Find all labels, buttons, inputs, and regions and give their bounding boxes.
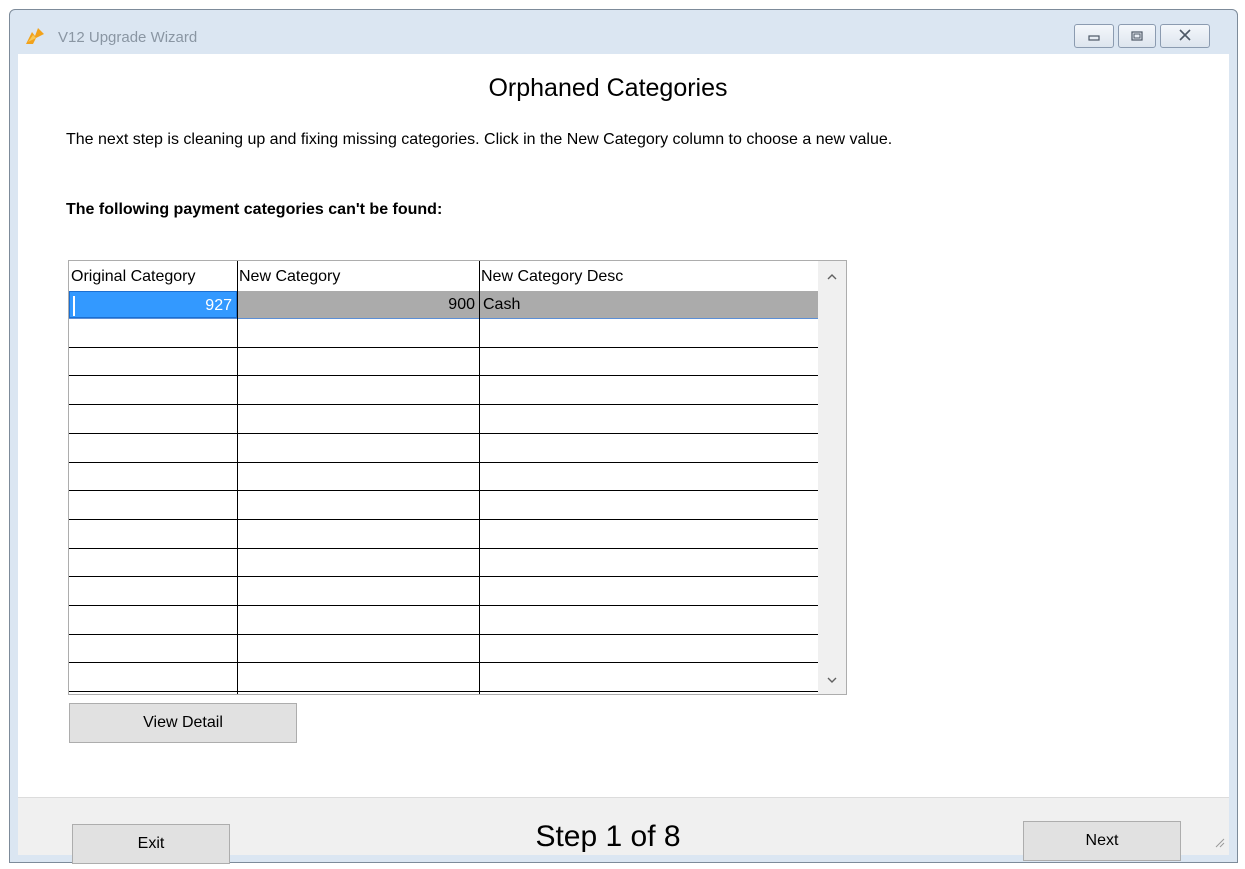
cell-original-category[interactable] [69,607,237,634]
minimize-button[interactable] [1074,24,1114,48]
table-row[interactable] [69,578,818,606]
instructions-text: The next step is cleaning up and fixing … [66,131,893,148]
cell-original-category[interactable] [69,521,237,548]
cell-original-category[interactable]: 927 [69,291,237,318]
cell-new-category[interactable] [237,607,479,634]
text-caret [73,296,75,316]
table-row[interactable] [69,435,818,463]
scroll-up-icon[interactable] [818,269,846,283]
table-row[interactable]: 927 900 Cash [69,291,818,319]
cell-new-category-desc[interactable] [479,348,818,375]
table-row[interactable] [69,320,818,348]
close-icon [1178,29,1192,43]
cell-original-category[interactable] [69,406,237,433]
cell-new-category[interactable]: 900 [237,291,479,318]
minimize-icon [1088,29,1100,43]
cell-new-category-desc[interactable] [479,635,818,662]
vertical-scrollbar[interactable] [818,261,846,694]
column-divider [479,261,480,694]
cell-new-category[interactable] [237,348,479,375]
cell-new-category[interactable] [237,492,479,519]
cell-new-category[interactable] [237,406,479,433]
cell-original-category[interactable] [69,377,237,404]
cell-original-category[interactable] [69,320,237,347]
cell-new-category[interactable] [237,463,479,490]
resize-grip-icon[interactable] [1213,836,1225,851]
cell-new-category-desc[interactable] [479,578,818,605]
scroll-down-icon[interactable] [818,672,846,686]
column-divider [237,261,238,694]
cell-new-category[interactable] [237,377,479,404]
maximize-button[interactable] [1118,24,1156,48]
cell-new-category-desc[interactable] [479,406,818,433]
maximize-icon [1131,29,1143,43]
client-area: Orphaned Categories The next step is cle… [18,54,1229,864]
table-row[interactable] [69,463,818,492]
table-row[interactable] [69,549,818,578]
wizard-window: V12 Upgrade Wizard Orphaned Categories T… [9,9,1238,864]
table-row[interactable] [69,492,818,520]
cell-new-category-desc[interactable] [479,435,818,462]
cell-new-category[interactable] [237,320,479,347]
cell-original-category[interactable] [69,578,237,605]
cell-original-category[interactable] [69,635,237,662]
app-logo-icon [24,26,46,46]
cell-new-category-desc[interactable] [479,320,818,347]
table-row[interactable] [69,607,818,635]
column-header-new-category[interactable]: New Category [237,261,479,291]
column-header-original-category[interactable]: Original Category [69,261,237,291]
cell-original-category[interactable] [69,664,237,691]
cell-original-category[interactable] [69,492,237,519]
cell-new-category[interactable] [237,549,479,576]
table-row[interactable] [69,664,818,693]
table-row[interactable] [69,377,818,406]
cell-original-category[interactable] [69,348,237,375]
cell-original-category[interactable] [69,463,237,490]
close-button[interactable] [1160,24,1210,48]
table-row[interactable] [69,521,818,549]
title-bar[interactable]: V12 Upgrade Wizard [10,10,1237,54]
cell-new-category-desc[interactable] [479,607,818,634]
table-row[interactable] [69,406,818,434]
next-button[interactable]: Next [1023,821,1181,861]
cell-new-category[interactable] [237,635,479,662]
cell-new-category[interactable] [237,435,479,462]
cell-new-category-desc[interactable] [479,664,818,691]
cell-new-category-desc[interactable] [479,492,818,519]
cell-original-category[interactable] [69,435,237,462]
cell-new-category[interactable] [237,578,479,605]
cell-new-category-desc[interactable]: Cash [479,291,818,318]
cell-new-category-desc[interactable] [479,377,818,404]
step-indicator: Step 1 of 8 [535,820,681,853]
cell-new-category-desc[interactable] [479,463,818,490]
cell-new-category[interactable] [237,521,479,548]
cell-new-category-desc[interactable] [479,549,818,576]
column-header-new-category-desc[interactable]: New Category Desc [479,261,818,291]
grid-header: Original Category New Category New Categ… [69,261,819,291]
section-subheading: The following payment categories can't b… [66,201,443,218]
cell-new-category[interactable] [237,664,479,691]
table-row[interactable] [69,635,818,664]
table-row[interactable] [69,348,818,377]
cell-new-category-desc[interactable] [479,521,818,548]
window-title: V12 Upgrade Wizard [58,29,198,46]
orphaned-categories-grid[interactable]: Original Category New Category New Categ… [68,260,847,695]
page-title: Orphaned Categories [488,74,728,102]
cell-original-category[interactable] [69,549,237,576]
view-detail-button[interactable]: View Detail [69,703,297,743]
